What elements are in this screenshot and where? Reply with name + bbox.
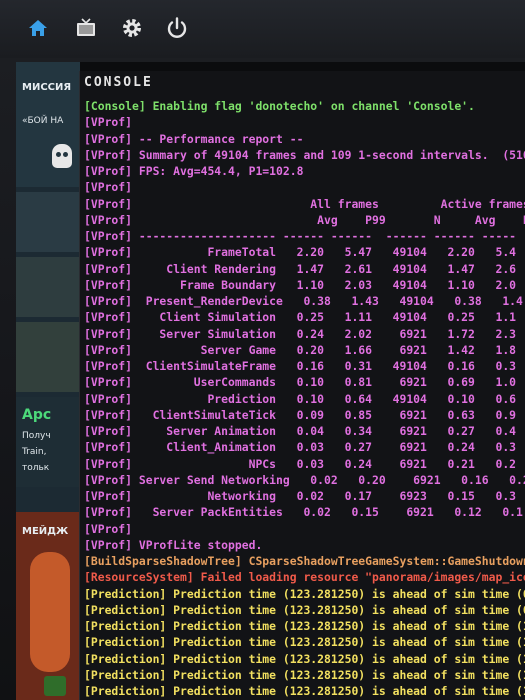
item-card-1[interactable] [16, 192, 80, 252]
console-line: [VProf] Server Game 0.20 1.66 6921 1.42 … [84, 342, 517, 357]
console-line: [Prediction] Prediction time (123.281250… [84, 602, 525, 617]
console-line: [Prediction] Prediction time (123.281250… [84, 651, 525, 666]
power-icon[interactable] [163, 14, 191, 42]
console-line: [ResourceSystem] Failed loading resource… [84, 570, 525, 585]
gear-icon[interactable] [118, 14, 146, 42]
console-line: [Console] Enabling flag 'donotecho' on c… [84, 99, 475, 113]
console-line: [VProf] -- Performance report -- [84, 131, 304, 146]
home-icon[interactable] [24, 14, 52, 42]
console-line: [VProf] Server PackEntities 0.02 0.15 69… [84, 505, 523, 520]
console-line: [VProf] Server Send Networking 0.02 0.20… [84, 472, 525, 487]
console-line: [Prediction] Prediction time (123.281250… [84, 684, 525, 698]
console-line: [VProf] Prediction 0.10 0.64 49104 0.10 … [84, 391, 517, 406]
console-log: [Console] Enabling flag 'donotecho' on c… [84, 98, 525, 700]
major-card[interactable]: МЕЙДЖ [16, 512, 80, 700]
console-line: [VProf] Client Simulation 0.25 1.11 4910… [84, 310, 517, 325]
promo-title: Apc [22, 407, 52, 423]
console-line: [VProf] All frames Active frames [84, 196, 525, 211]
promo-text-1: Получ [22, 431, 51, 441]
promo-card[interactable]: Apc Получ Train, тольк [16, 397, 80, 487]
console-line: [VProf] Client Rendering 1.47 2.61 49104… [84, 261, 517, 276]
app-badge-icon [44, 676, 66, 696]
mission-text: «БОЙ НА [22, 116, 64, 126]
console-line: [VProf] ClientSimulateTick 0.09 0.85 692… [84, 407, 517, 422]
console-line: [Prediction] Prediction time (123.281250… [84, 619, 525, 633]
console-line: [VProf] Present_RenderDevice 0.38 1.43 4… [84, 294, 523, 308]
console-line: [VProf] ClientSimulateFrame 0.16 0.31 49… [84, 359, 517, 373]
console-line: [Prediction] Prediction time (123.281250… [84, 667, 525, 682]
console-line: [Prediction] Prediction time (123.281250… [84, 635, 525, 650]
console-line: [VProf] Frame Boundary 1.10 2.03 49104 1… [84, 277, 517, 292]
skull-icon [52, 144, 72, 168]
console-line: [BuildSparseShadowTree] CSparseShadowTre… [84, 554, 525, 568]
tv-icon[interactable] [72, 14, 100, 42]
console-line: [VProf] VProfLite stopped. [84, 537, 263, 552]
console-line: [Prediction] Prediction time (123.281250… [84, 586, 525, 601]
console-line: [VProf] NPCs 0.03 0.24 6921 0.21 0.2 [84, 456, 517, 471]
major-emblem [30, 552, 70, 672]
promo-text-2: Train, [22, 447, 47, 457]
game-side-panel: МИССИЯ «БОЙ НА Apc Получ Train, тольк МЕ… [16, 62, 80, 700]
console-line: [VProf] Client_Animation 0.03 0.27 6921 … [84, 440, 517, 455]
console-line: [VProf] FPS: Avg=454.4, P1=102.8 [84, 164, 304, 178]
console-line: [VProf] [84, 115, 133, 130]
major-title: МЕЙДЖ [22, 526, 69, 537]
item-card-2[interactable] [16, 257, 80, 317]
mission-card[interactable]: МИССИЯ «БОЙ НА [16, 62, 80, 187]
console-line: [VProf] Networking 0.02 0.17 6923 0.15 0… [84, 489, 517, 503]
promo-text-3: тольк [22, 463, 50, 473]
console-line: [VProf] [84, 521, 133, 536]
console-line: [VProf] [84, 180, 133, 195]
item-card-3[interactable] [16, 322, 80, 392]
console-line: [VProf] Summary of 49104 frames and 109 … [84, 147, 525, 162]
console-line: [VProf] UserCommands 0.10 0.81 6921 0.69… [84, 375, 517, 390]
console-line: [VProf] Server Animation 0.04 0.34 6921 … [84, 424, 517, 438]
mission-title: МИССИЯ [22, 82, 72, 93]
console-line: [VProf] Server Simulation 0.24 2.02 6921… [84, 326, 517, 341]
console-window[interactable]: CONSOLE [Console] Enabling flag 'donotec… [79, 71, 525, 700]
console-line: [VProf] -------------------- ------ ----… [84, 229, 517, 243]
console-line: [VProf] Avg P99 N Avg P [84, 212, 525, 227]
top-nav-bar [0, 0, 525, 58]
console-line: [VProf] FrameTotal 2.20 5.47 49104 2.20 … [84, 245, 517, 260]
console-title: CONSOLE [84, 75, 153, 90]
